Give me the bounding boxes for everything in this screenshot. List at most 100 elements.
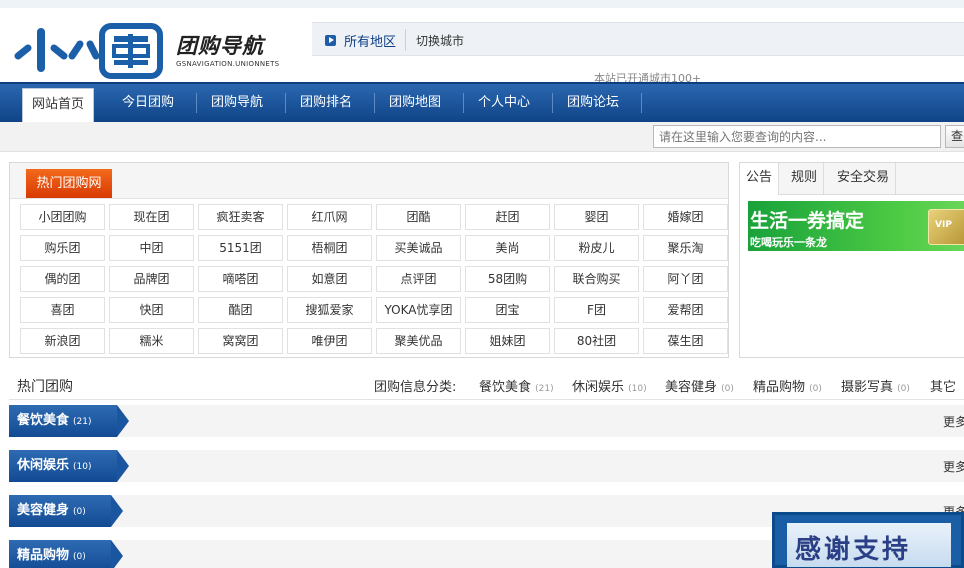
top-strip bbox=[0, 0, 964, 8]
section-title[interactable]: 美容健身 (0) bbox=[9, 495, 123, 527]
nav-divider bbox=[641, 93, 642, 113]
promo-banner[interactable]: 生活一券搞定 吃喝玩乐一条龙 VIP bbox=[748, 201, 964, 251]
section-count: (10) bbox=[73, 462, 92, 472]
search-bar: 查 bbox=[0, 122, 964, 152]
nav-forum[interactable]: 团购论坛 bbox=[553, 84, 633, 122]
section-count: (0) bbox=[73, 507, 86, 517]
site-link[interactable]: YOKA忧享团 bbox=[376, 297, 461, 323]
site-link[interactable]: 聚乐淘 bbox=[643, 235, 728, 261]
site-link[interactable]: 偶的团 bbox=[20, 266, 105, 292]
nav-deal-navigation[interactable]: 团购导航 bbox=[197, 84, 277, 122]
logo-icon[interactable] bbox=[14, 22, 164, 80]
main-nav: 网站首页 今日团购 团购导航 团购排名 团购地图 个人中心 团购论坛 bbox=[0, 82, 964, 122]
category-label: 团购信息分类: bbox=[374, 380, 457, 395]
nav-today-deals[interactable]: 今日团购 bbox=[108, 84, 188, 122]
site-link[interactable]: 小团团购 bbox=[20, 204, 105, 230]
section-leisure: 休闲娱乐 (10) 更多 bbox=[9, 450, 964, 482]
site-header: 团购导航 GSNAVIGATION.UNIONNETS 所有地区 切换城市 本站… bbox=[0, 8, 964, 85]
site-link[interactable]: 聚美优品 bbox=[376, 328, 461, 354]
site-link[interactable]: 糯米 bbox=[109, 328, 194, 354]
search-input[interactable] bbox=[653, 125, 941, 148]
nav-home[interactable]: 网站首页 bbox=[22, 88, 94, 122]
site-link[interactable]: 中团 bbox=[109, 235, 194, 261]
thanks-text: 感谢支持 bbox=[795, 535, 912, 565]
banner-title: 生活一券搞定 bbox=[750, 210, 865, 232]
category-link-dining[interactable]: 餐饮美食 (21) bbox=[479, 376, 554, 395]
switch-city-link[interactable]: 切换城市 bbox=[416, 32, 464, 49]
section-title[interactable]: 精品购物 (0) bbox=[9, 540, 123, 568]
more-link[interactable]: 更多 bbox=[943, 413, 964, 430]
category-name: 其它 bbox=[930, 380, 957, 395]
site-link[interactable]: 快团 bbox=[109, 297, 194, 323]
category-link-leisure[interactable]: 休闲娱乐 (10) bbox=[572, 376, 647, 395]
site-link[interactable]: 疯狂卖客 bbox=[198, 204, 283, 230]
site-link[interactable]: 团宝 bbox=[465, 297, 550, 323]
region-selector: 所有地区 切换城市 bbox=[312, 22, 964, 56]
category-count: (10) bbox=[628, 384, 647, 394]
site-link[interactable]: 唯伊团 bbox=[287, 328, 372, 354]
site-link[interactable]: 美尚 bbox=[465, 235, 550, 261]
section-dining: 餐饮美食 (21) 更多 bbox=[9, 405, 964, 437]
thanks-support-badge[interactable]: 感谢支持 bbox=[772, 512, 964, 568]
section-count: (0) bbox=[73, 552, 86, 562]
site-link[interactable]: 姐妹团 bbox=[465, 328, 550, 354]
site-link[interactable]: 粉皮儿 bbox=[554, 235, 639, 261]
section-name: 精品购物 bbox=[17, 548, 70, 563]
category-name: 摄影写真 bbox=[841, 380, 894, 395]
site-link[interactable]: 爱帮团 bbox=[643, 297, 728, 323]
category-link-shopping[interactable]: 精品购物 (0) bbox=[753, 376, 822, 395]
site-link[interactable]: 阿丫团 bbox=[643, 266, 728, 292]
site-link[interactable]: 新浪团 bbox=[20, 328, 105, 354]
play-icon bbox=[325, 35, 336, 46]
site-link[interactable]: 葆生团 bbox=[643, 328, 728, 354]
category-link-photography[interactable]: 摄影写真 (0) bbox=[841, 376, 910, 395]
divider bbox=[405, 29, 406, 51]
site-link[interactable]: 赶团 bbox=[465, 204, 550, 230]
section-name: 餐饮美食 bbox=[17, 413, 70, 428]
site-link[interactable]: 窝窝团 bbox=[198, 328, 283, 354]
site-link[interactable]: 如意团 bbox=[287, 266, 372, 292]
site-link[interactable]: 80社团 bbox=[554, 328, 639, 354]
site-link[interactable]: 联合购买 bbox=[554, 266, 639, 292]
site-link[interactable]: 现在团 bbox=[109, 204, 194, 230]
section-count: (21) bbox=[73, 417, 92, 427]
site-link[interactable]: 5151团 bbox=[198, 235, 283, 261]
section-name: 休闲娱乐 bbox=[17, 458, 70, 473]
tab-rules[interactable]: 规则 bbox=[785, 163, 825, 194]
site-link[interactable]: 购乐团 bbox=[20, 235, 105, 261]
site-link[interactable]: F团 bbox=[554, 297, 639, 323]
search-button[interactable]: 查 bbox=[945, 125, 964, 148]
nav-deal-map[interactable]: 团购地图 bbox=[375, 84, 455, 122]
hot-sites-tab[interactable]: 热门团购网 bbox=[26, 169, 112, 198]
nav-user-center[interactable]: 个人中心 bbox=[464, 84, 544, 122]
nav-deal-ranking[interactable]: 团购排名 bbox=[286, 84, 366, 122]
category-title: 热门团购 bbox=[17, 379, 73, 395]
tab-announcement[interactable]: 公告 bbox=[740, 163, 780, 195]
site-link[interactable]: 酷团 bbox=[198, 297, 283, 323]
category-link-other[interactable]: 其它 bbox=[930, 376, 956, 395]
tab-safe-trade[interactable]: 安全交易 bbox=[831, 163, 897, 194]
section-name: 美容健身 bbox=[17, 503, 70, 518]
site-link[interactable]: 搜狐爱家 bbox=[287, 297, 372, 323]
site-link[interactable]: 团酷 bbox=[376, 204, 461, 230]
site-link[interactable]: 嘀嗒团 bbox=[198, 266, 283, 292]
category-link-beauty[interactable]: 美容健身 (0) bbox=[665, 376, 734, 395]
site-link[interactable]: 梧桐团 bbox=[287, 235, 372, 261]
site-link[interactable]: 点评团 bbox=[376, 266, 461, 292]
hot-sites-panel: 热门团购网 小团团购 现在团 疯狂卖客 红爪网 团酷 赶团 婴团 婚嫁团 购乐团… bbox=[9, 162, 729, 358]
site-link[interactable]: 58团购 bbox=[465, 266, 550, 292]
section-title[interactable]: 餐饮美食 (21) bbox=[9, 405, 129, 437]
site-link[interactable]: 买美诚品 bbox=[376, 235, 461, 261]
all-regions-link[interactable]: 所有地区 bbox=[344, 31, 396, 50]
more-link[interactable]: 更多 bbox=[943, 458, 964, 475]
site-link[interactable]: 品牌团 bbox=[109, 266, 194, 292]
section-title[interactable]: 休闲娱乐 (10) bbox=[9, 450, 129, 482]
category-bar: 热门团购 团购信息分类: 餐饮美食 (21) 休闲娱乐 (10) 美容健身 (0… bbox=[9, 370, 964, 400]
site-link[interactable]: 婚嫁团 bbox=[643, 204, 728, 230]
site-link[interactable]: 红爪网 bbox=[287, 204, 372, 230]
site-link[interactable]: 婴团 bbox=[554, 204, 639, 230]
category-count: (0) bbox=[721, 384, 734, 394]
site-link[interactable]: 喜团 bbox=[20, 297, 105, 323]
category-count: (0) bbox=[809, 384, 822, 394]
category-count: (21) bbox=[535, 384, 554, 394]
